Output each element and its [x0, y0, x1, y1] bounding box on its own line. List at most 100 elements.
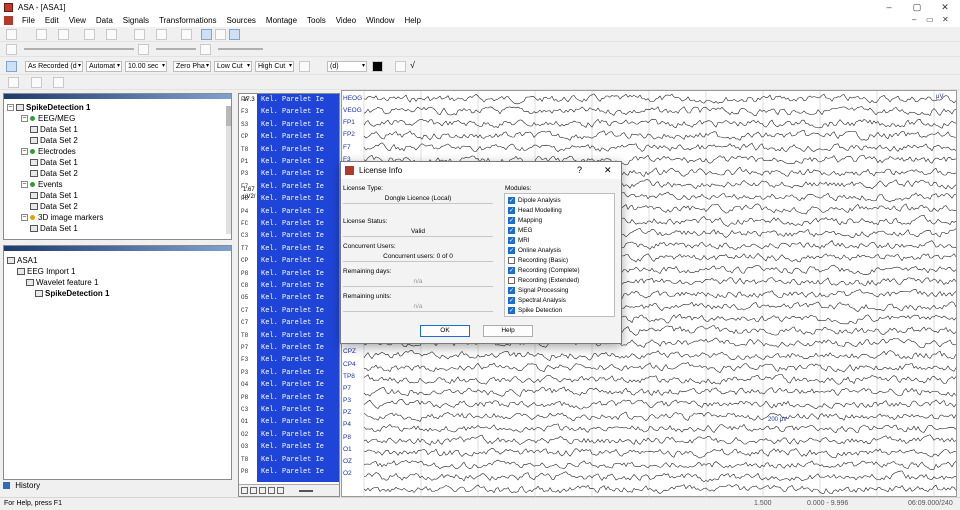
ok-button[interactable]: OK: [420, 325, 470, 337]
tree-item[interactable]: – Events: [21, 180, 62, 189]
new-icon[interactable]: [6, 29, 17, 40]
session-tree-item[interactable]: EEG Import 1: [17, 267, 75, 276]
apply-check-icon[interactable]: √: [410, 60, 415, 70]
module-item[interactable]: ✓ MRI: [508, 237, 530, 244]
maximize-button[interactable]: ▢: [903, 0, 931, 14]
tree-item[interactable]: Data Set 1: [30, 191, 78, 200]
menu-view[interactable]: View: [64, 14, 91, 27]
tree-item[interactable]: Data Set 1: [30, 158, 78, 167]
first-frame-icon[interactable]: [241, 487, 248, 494]
channel-label[interactable]: F7: [343, 144, 351, 151]
lowcut-select[interactable]: Low Cut ▾: [214, 61, 252, 72]
unchecked-checkbox-icon[interactable]: [508, 277, 515, 284]
module-item[interactable]: ✓ Online Analysis: [508, 247, 561, 254]
minimize-button[interactable]: –: [875, 0, 903, 14]
channel-label[interactable]: P7: [343, 385, 351, 392]
grid-icon[interactable]: [395, 61, 406, 72]
export-icon[interactable]: [106, 29, 117, 40]
channel-label[interactable]: HEOG: [343, 95, 362, 102]
tree-item[interactable]: – Electrodes: [21, 147, 76, 156]
channel-label[interactable]: CP4: [343, 361, 356, 368]
filter-icon[interactable]: [299, 61, 310, 72]
color-swatch[interactable]: [372, 61, 383, 72]
channel-label[interactable]: P8: [343, 434, 351, 441]
marker-add-icon[interactable]: [8, 77, 19, 88]
print-icon[interactable]: [134, 29, 145, 40]
checked-checkbox-icon[interactable]: ✓: [508, 267, 515, 274]
module-item[interactable]: ✓ Dipole Analysis: [508, 197, 561, 204]
cursor-icon[interactable]: [6, 61, 17, 72]
unchecked-checkbox-icon[interactable]: [508, 257, 515, 264]
mdi-minimize-button[interactable]: –: [912, 15, 916, 24]
tree-toggle-icon[interactable]: –: [21, 115, 28, 122]
next-frame-icon[interactable]: [268, 487, 275, 494]
gain-icon[interactable]: [6, 44, 17, 55]
module-item[interactable]: ✓ Recording (Complete): [508, 267, 580, 274]
tree-item[interactable]: Data Set 2: [30, 202, 78, 211]
checked-checkbox-icon[interactable]: ✓: [508, 197, 515, 204]
mdi-restore-button[interactable]: ▭: [926, 15, 934, 24]
offset-icon[interactable]: [200, 44, 211, 55]
open-icon[interactable]: [36, 29, 47, 40]
marker-move-icon[interactable]: [31, 77, 42, 88]
save-icon[interactable]: [58, 29, 69, 40]
tree-item[interactable]: Data Set 2: [30, 169, 78, 178]
channel-label[interactable]: O2: [343, 470, 352, 477]
checked-checkbox-icon[interactable]: ✓: [508, 217, 515, 224]
tree-root[interactable]: – SpikeDetection 1: [7, 103, 90, 112]
checked-checkbox-icon[interactable]: ✓: [508, 227, 515, 234]
channel-label[interactable]: FP2: [343, 131, 355, 138]
phase-select[interactable]: Zero Pha ▾: [173, 61, 211, 72]
menu-file[interactable]: File: [17, 14, 40, 27]
menu-signals[interactable]: Signals: [118, 14, 154, 27]
tree-item[interactable]: Data Set 1: [30, 224, 78, 233]
tree-toggle-icon[interactable]: –: [21, 181, 28, 188]
module-item[interactable]: Recording (Basic): [508, 257, 568, 264]
camera-icon[interactable]: [181, 29, 192, 40]
tree-item[interactable]: Data Set 2: [30, 136, 78, 145]
contrast-icon[interactable]: [138, 44, 149, 55]
sync-icon[interactable]: [215, 29, 226, 40]
tree-toggle-icon[interactable]: –: [21, 214, 28, 221]
view-icon[interactable]: [201, 29, 212, 40]
menu-edit[interactable]: Edit: [40, 14, 64, 27]
module-item[interactable]: ✓ Head Modelling: [508, 207, 562, 214]
channel-label[interactable]: P4: [343, 421, 351, 428]
frame-slider[interactable]: [299, 490, 313, 492]
montage-select[interactable]: (d) ▾: [327, 61, 367, 72]
channel-label[interactable]: OZ: [343, 458, 352, 465]
channel-label[interactable]: VEOG: [343, 107, 362, 114]
tree-toggle-icon[interactable]: –: [21, 148, 28, 155]
checked-checkbox-icon[interactable]: ✓: [508, 307, 515, 314]
reference-select[interactable]: As Recorded (d ▾: [25, 61, 83, 72]
checked-checkbox-icon[interactable]: ✓: [508, 237, 515, 244]
close-button[interactable]: ✕: [931, 0, 959, 14]
checked-checkbox-icon[interactable]: ✓: [508, 247, 515, 254]
prev-frame-icon[interactable]: [250, 487, 257, 494]
channel-label[interactable]: P3: [343, 397, 351, 404]
menu-help[interactable]: Help: [400, 14, 426, 27]
session-tree-item[interactable]: SpikeDetection 1: [35, 289, 109, 298]
gain-slider[interactable]: [24, 48, 134, 50]
import-icon[interactable]: [84, 29, 95, 40]
play-icon[interactable]: [259, 487, 266, 494]
session-tree-item[interactable]: Wavelet feature 1: [26, 278, 98, 287]
channel-label[interactable]: FP1: [343, 119, 355, 126]
tree-item[interactable]: – 3D image markers: [21, 213, 103, 222]
module-item[interactable]: ✓ Signal Processing: [508, 287, 568, 294]
channel-label[interactable]: O1: [343, 446, 352, 453]
tree-scrollbar[interactable]: [226, 106, 231, 234]
last-frame-icon[interactable]: [277, 487, 284, 494]
module-item[interactable]: Recording (Extended): [508, 277, 579, 284]
report-icon[interactable]: [156, 29, 167, 40]
menu-tools[interactable]: Tools: [302, 14, 331, 27]
module-item[interactable]: ✓ Spike Detection: [508, 307, 562, 314]
menu-data[interactable]: Data: [91, 14, 118, 27]
module-item[interactable]: ✓ Spectral Analysis: [508, 297, 566, 304]
tree-item[interactable]: Data Set 1: [30, 125, 78, 134]
history-tab[interactable]: History: [3, 481, 63, 493]
checked-checkbox-icon[interactable]: ✓: [508, 207, 515, 214]
marker-target-icon[interactable]: [53, 77, 64, 88]
layout-icon[interactable]: [229, 29, 240, 40]
menu-window[interactable]: Window: [361, 14, 399, 27]
